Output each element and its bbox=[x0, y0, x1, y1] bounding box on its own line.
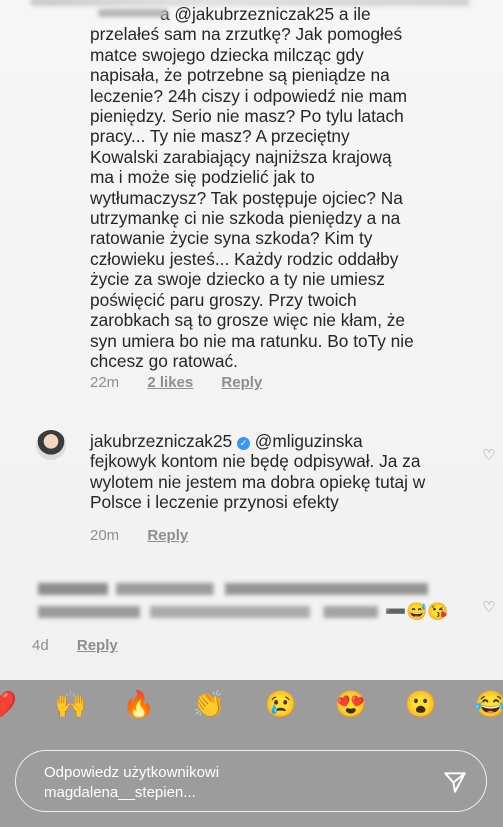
emoji-laughing[interactable]: 😂 bbox=[472, 685, 503, 723]
comment-1-text: a @jakubrzezniczak25 a ile przelałeś sam… bbox=[90, 4, 414, 371]
avatar[interactable] bbox=[36, 430, 66, 460]
emoji-surprised[interactable]: 😮 bbox=[402, 685, 440, 723]
comment-3-reply-button[interactable]: Reply bbox=[77, 637, 118, 654]
send-icon[interactable] bbox=[442, 769, 468, 795]
comment-1-blurred-username bbox=[98, 9, 168, 17]
comment-1-reply-button[interactable]: Reply bbox=[221, 374, 262, 391]
comments-sheet: a @jakubrzezniczak25 a ile przelałeś sam… bbox=[0, 0, 503, 680]
comment-3-emojis: ➖😅😘 bbox=[385, 602, 449, 621]
reply-placeholder-line2: magdalena__stepien... bbox=[44, 784, 196, 801]
comment-2-text: fejkowyk kontom nie będę odpisywał. Ja z… bbox=[90, 451, 426, 513]
reply-placeholder: Odpowiedz użytkownikowi magdalena__stepi… bbox=[44, 763, 219, 803]
comment-2-meta: 20m Reply bbox=[90, 527, 212, 544]
comment-2-username[interactable]: jakubrzezniczak25 bbox=[90, 431, 232, 451]
emoji-clap[interactable]: 👏 bbox=[190, 685, 228, 723]
heart-icon[interactable]: ♡ bbox=[481, 600, 497, 616]
emoji-crying[interactable]: 😢 bbox=[262, 685, 300, 723]
comment-1-meta: 22m 2 likes Reply bbox=[90, 374, 286, 391]
emoji-fire[interactable]: 🔥 bbox=[120, 685, 158, 723]
comment-3-meta: 4d Reply bbox=[32, 637, 142, 654]
comment-2-reply-button[interactable]: Reply bbox=[147, 527, 188, 544]
comment-2-time: 20m bbox=[90, 527, 120, 544]
emoji-row: ❤️ 🙌 🔥 👏 😢 😍 😮 😂 bbox=[0, 685, 503, 735]
heart-icon[interactable]: ♡ bbox=[481, 448, 497, 464]
emoji-heart[interactable]: ❤️ bbox=[0, 685, 20, 723]
verified-icon: ✓ bbox=[236, 437, 250, 450]
comment-3-time: 4d bbox=[32, 637, 49, 654]
comment-3-blurred-text bbox=[38, 583, 428, 595]
comment-1-time: 22m bbox=[90, 374, 120, 391]
comment-1-likes-link[interactable]: 2 likes bbox=[147, 374, 193, 391]
reply-placeholder-line1: Odpowiedz użytkownikowi bbox=[44, 764, 220, 781]
emoji-heart-eyes[interactable]: 😍 bbox=[332, 685, 370, 723]
emoji-raising-hands[interactable]: 🙌 bbox=[52, 685, 90, 723]
comment-2-mention[interactable]: @mliguzinska bbox=[255, 431, 363, 451]
reply-input[interactable]: Odpowiedz użytkownikowi magdalena__stepi… bbox=[15, 750, 487, 812]
comment-2-body: jakubrzezniczak25 ✓ @mliguzinska fejkowy… bbox=[90, 431, 460, 513]
comment-3-blurred-text-2 bbox=[38, 606, 378, 618]
